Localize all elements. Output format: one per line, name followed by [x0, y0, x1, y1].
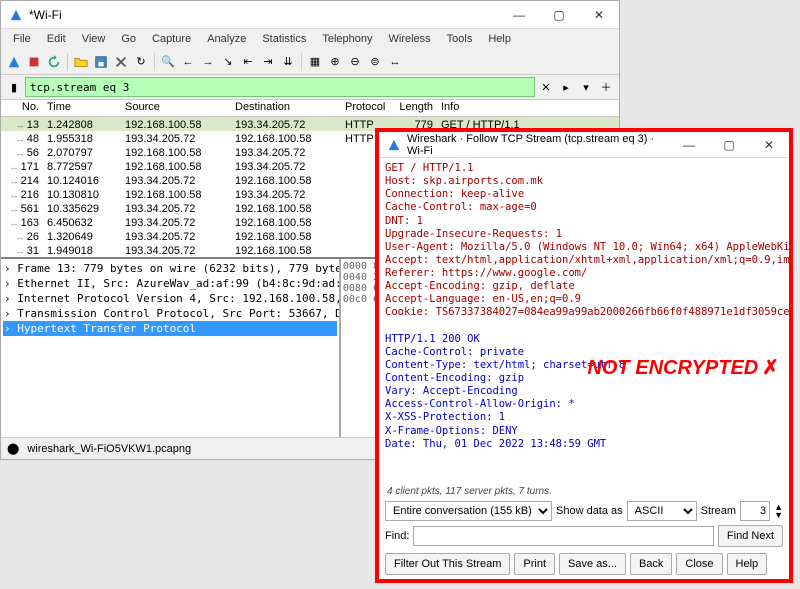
tree-node[interactable]: › Ethernet II, Src: AzureWav_ad:af:99 (b…	[3, 276, 337, 291]
dialog-titlebar: Wireshark · Follow TCP Stream (tcp.strea…	[379, 132, 789, 158]
app-icon	[387, 138, 401, 152]
app-icon	[9, 8, 23, 22]
go-to-packet-icon[interactable]: ↘	[219, 53, 237, 71]
stream-label: Stream	[701, 505, 736, 517]
column-header-length[interactable]: Length	[391, 100, 437, 116]
minimize-button[interactable]: —	[499, 1, 539, 29]
tree-node[interactable]: › Frame 13: 779 bytes on wire (6232 bits…	[3, 261, 337, 276]
column-header-source[interactable]: Source	[121, 100, 231, 116]
tree-node[interactable]: › Hypertext Transfer Protocol	[3, 321, 337, 336]
resize-columns-icon[interactable]: ↔	[386, 53, 404, 71]
ready-icon: ⬤	[7, 442, 19, 455]
status-file: wireshark_Wi-FiO5VKW1.pcapng	[27, 443, 191, 455]
stream-stats: 4 client pkts, 117 server pkts, 7 turns.	[379, 484, 789, 499]
menu-item[interactable]: File	[7, 31, 37, 47]
find-packet-icon[interactable]: 🔍	[159, 53, 177, 71]
dialog-button-back[interactable]: Back	[630, 553, 672, 575]
dialog-maximize-button[interactable]: ▢	[709, 131, 749, 159]
auto-scroll-icon[interactable]: ⇊	[279, 53, 297, 71]
go-back-icon[interactable]: ←	[179, 53, 197, 71]
tree-node[interactable]: › Transmission Control Protocol, Src Por…	[3, 306, 337, 321]
zoom-out-icon[interactable]: ⊖	[346, 53, 364, 71]
menu-item[interactable]: Help	[482, 31, 517, 47]
response-text: HTTP/1.1 200 OK Cache-Control: private C…	[385, 333, 783, 451]
window-title: *Wi-Fi	[29, 8, 499, 22]
reload-icon[interactable]: ↻	[132, 53, 150, 71]
not-encrypted-annotation: NOT ENCRYPTED✗	[587, 356, 779, 381]
zoom-in-icon[interactable]: ⊕	[326, 53, 344, 71]
show-as-label: Show data as	[556, 505, 623, 517]
menubar: File Edit View Go Capture Analyze Statis…	[1, 29, 619, 49]
stream-content[interactable]: GET / HTTP/1.1 Host: skp.airports.com.mk…	[379, 158, 789, 484]
stop-capture-icon[interactable]	[25, 53, 43, 71]
bookmark-filter-icon[interactable]: ▮	[5, 78, 23, 96]
filter-bar: ▮ ✕ ▸ ▾ ＋	[1, 75, 619, 99]
save-file-icon[interactable]	[92, 53, 110, 71]
start-capture-icon[interactable]	[5, 53, 23, 71]
colorize-icon[interactable]: ▦	[306, 53, 324, 71]
show-as-select[interactable]: ASCII	[627, 501, 697, 521]
dialog-title: Wireshark · Follow TCP Stream (tcp.strea…	[407, 133, 669, 157]
packet-list-header: No. Time Source Destination Protocol Len…	[1, 99, 619, 117]
find-label: Find:	[385, 530, 409, 542]
menu-item[interactable]: Edit	[41, 31, 72, 47]
column-header-time[interactable]: Time	[43, 100, 121, 116]
menu-item[interactable]: Analyze	[201, 31, 252, 47]
dialog-minimize-button[interactable]: —	[669, 131, 709, 159]
clear-filter-icon[interactable]: ✕	[537, 78, 555, 96]
dialog-button-row: Filter Out This StreamPrintSave as...Bac…	[379, 549, 789, 579]
dialog-button-help[interactable]: Help	[727, 553, 768, 575]
maximize-button[interactable]: ▢	[539, 1, 579, 29]
column-header-destination[interactable]: Destination	[231, 100, 341, 116]
find-input[interactable]	[413, 526, 713, 546]
menu-item[interactable]: Statistics	[256, 31, 312, 47]
go-last-icon[interactable]: ⇥	[259, 53, 277, 71]
zoom-reset-icon[interactable]: ⊜	[366, 53, 384, 71]
menu-item[interactable]: Capture	[146, 31, 197, 47]
go-forward-icon[interactable]: →	[199, 53, 217, 71]
menu-item[interactable]: View	[76, 31, 112, 47]
request-text: GET / HTTP/1.1 Host: skp.airports.com.mk…	[385, 162, 783, 320]
menu-item[interactable]: Go	[115, 31, 142, 47]
dialog-button-save-as-[interactable]: Save as...	[559, 553, 626, 575]
go-first-icon[interactable]: ⇤	[239, 53, 257, 71]
main-toolbar: ↻ 🔍 ← → ↘ ⇤ ⇥ ⇊ ▦ ⊕ ⊖ ⊜ ↔	[1, 49, 619, 75]
column-header-info[interactable]: Info	[437, 100, 619, 116]
column-header-protocol[interactable]: Protocol	[341, 100, 391, 116]
menu-item[interactable]: Wireless	[383, 31, 437, 47]
display-filter-input[interactable]	[25, 77, 535, 97]
close-file-icon[interactable]	[112, 53, 130, 71]
dialog-button-filter-out-this-stream[interactable]: Filter Out This Stream	[385, 553, 510, 575]
close-button[interactable]: ✕	[579, 1, 619, 29]
dialog-button-print[interactable]: Print	[514, 553, 555, 575]
restart-capture-icon[interactable]	[45, 53, 63, 71]
dialog-button-close[interactable]: Close	[676, 553, 722, 575]
filter-history-icon[interactable]: ▾	[577, 78, 595, 96]
column-header-no[interactable]: No.	[1, 100, 43, 116]
menu-item[interactable]: Tools	[441, 31, 479, 47]
stream-spinner-icon[interactable]: ▲▼	[774, 503, 783, 519]
find-next-button[interactable]: Find Next	[718, 525, 783, 547]
tree-node[interactable]: › Internet Protocol Version 4, Src: 192.…	[3, 291, 337, 306]
packet-details-tree[interactable]: › Frame 13: 779 bytes on wire (6232 bits…	[1, 259, 341, 437]
main-titlebar: *Wi-Fi — ▢ ✕	[1, 1, 619, 29]
add-filter-button-icon[interactable]: ＋	[597, 78, 615, 96]
open-file-icon[interactable]	[72, 53, 90, 71]
menu-item[interactable]: Telephony	[316, 31, 378, 47]
conversation-select[interactable]: Entire conversation (155 kB)	[385, 501, 552, 521]
apply-filter-icon[interactable]: ▸	[557, 78, 575, 96]
dialog-close-button[interactable]: ✕	[749, 131, 789, 159]
follow-tcp-stream-dialog: Wireshark · Follow TCP Stream (tcp.strea…	[375, 128, 793, 583]
stream-number-input[interactable]	[740, 501, 770, 521]
